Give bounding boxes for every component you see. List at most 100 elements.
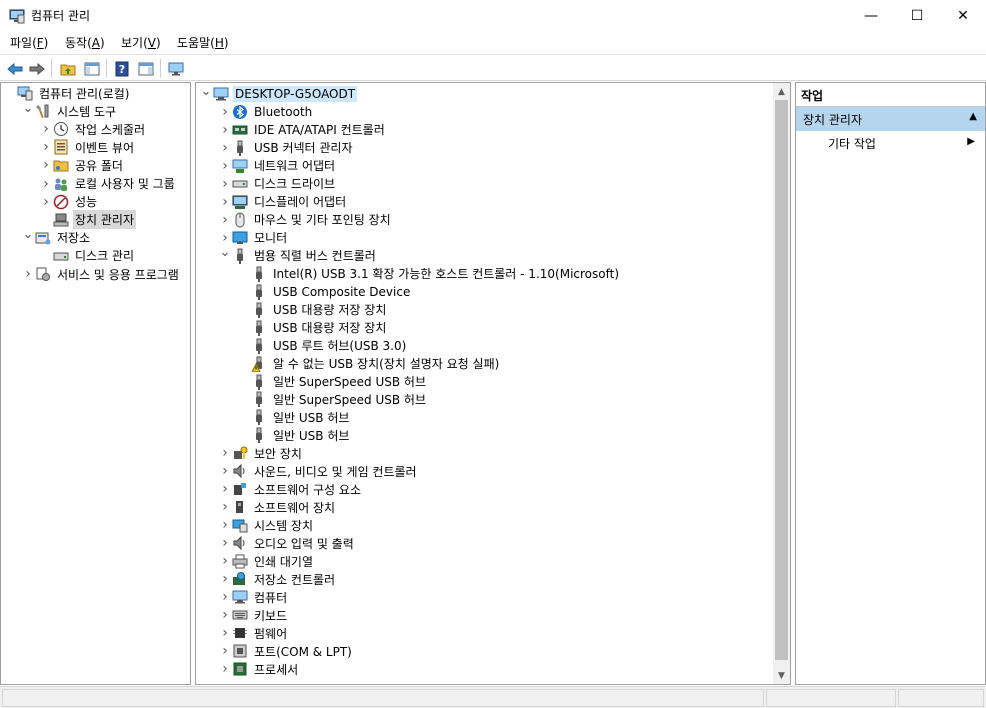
device-category-3[interactable]: › 네트워크 어댑터 bbox=[218, 157, 337, 175]
device-category-16[interactable]: › 저장소 컨트롤러 bbox=[218, 570, 337, 588]
window-title: 컴퓨터 관리 bbox=[31, 9, 91, 23]
scroll-down-icon[interactable]: ▼ bbox=[773, 667, 790, 684]
services-icon bbox=[35, 266, 51, 282]
up-folder-icon[interactable] bbox=[58, 59, 77, 78]
device-category-10[interactable]: › 사운드, 비디오 및 게임 컨트롤러 bbox=[218, 462, 419, 480]
device-category-13[interactable]: › 시스템 장치 bbox=[218, 516, 315, 534]
device-category-6[interactable]: › 마우스 및 기타 포인팅 장치 bbox=[218, 211, 393, 229]
device-category-8[interactable]: ⌄ 범용 직렬 버스 컨트롤러 bbox=[218, 244, 378, 265]
collapse-chevron-icon[interactable]: › bbox=[218, 480, 232, 498]
console-tree-item-4-label: 공유 폴더 bbox=[75, 158, 123, 173]
device-category-5[interactable]: › 디스플레이 어댑터 bbox=[218, 193, 348, 211]
console-tree-item-10[interactable]: › 서비스 및 응용 프로그램 bbox=[21, 265, 181, 283]
device-category-20[interactable]: › 포트(COM & LPT) bbox=[218, 642, 354, 660]
collapse-chevron-icon[interactable]: › bbox=[218, 157, 232, 175]
console-tree-item-5[interactable]: › 로컬 사용자 및 그룹 bbox=[39, 175, 177, 193]
console-tree-item-4[interactable]: › 공유 폴더 bbox=[39, 156, 125, 174]
action-pane-icon[interactable] bbox=[136, 59, 155, 78]
device-category-17[interactable]: › 컴퓨터 bbox=[218, 588, 289, 606]
collapse-chevron-icon[interactable]: › bbox=[218, 588, 232, 606]
collapse-chevron-icon[interactable]: › bbox=[218, 516, 232, 534]
device-category-19[interactable]: › 펌웨어 bbox=[218, 624, 289, 642]
menu-action[interactable]: 동작(A) bbox=[65, 34, 105, 51]
device-item-8-1[interactable]: USB Composite Device bbox=[237, 283, 412, 301]
expand-chevron-icon[interactable]: ⌄ bbox=[21, 99, 35, 117]
device-item-8-4[interactable]: USB 루트 허브(USB 3.0) bbox=[237, 337, 408, 355]
collapse-chevron-icon[interactable]: › bbox=[218, 193, 232, 211]
show-hide-tree-icon[interactable] bbox=[82, 59, 101, 78]
console-tree-item-1[interactable]: ⌄ 시스템 도구 bbox=[21, 99, 118, 120]
console-tree-item-2[interactable]: › 작업 스케줄러 bbox=[39, 120, 147, 138]
collapse-chevron-icon[interactable]: › bbox=[39, 120, 53, 138]
collapse-chevron-icon[interactable]: › bbox=[218, 103, 232, 121]
collapse-chevron-icon[interactable]: › bbox=[218, 462, 232, 480]
device-category-0[interactable]: › Bluetooth bbox=[218, 103, 314, 121]
collapse-chevron-icon[interactable]: › bbox=[39, 193, 53, 211]
device-item-8-8[interactable]: 일반 USB 허브 bbox=[237, 408, 351, 426]
device-category-9[interactable]: › 보안 장치 bbox=[218, 444, 304, 462]
minimize-button[interactable]: — bbox=[848, 0, 894, 31]
collapse-chevron-icon[interactable]: › bbox=[218, 552, 232, 570]
device-category-1[interactable]: › IDE ATA/ATAPI 컨트롤러 bbox=[218, 121, 387, 139]
scroll-up-icon[interactable]: ▲ bbox=[773, 83, 790, 100]
actions-section-device-manager[interactable]: 장치 관리자 ▲ bbox=[796, 107, 985, 131]
console-tree-item-9[interactable]: 디스크 관리 bbox=[39, 247, 136, 265]
collapse-chevron-icon[interactable]: › bbox=[218, 606, 232, 624]
device-item-8-7[interactable]: 일반 SuperSpeed USB 허브 bbox=[237, 390, 428, 408]
collapse-chevron-icon[interactable]: › bbox=[218, 624, 232, 642]
collapse-chevron-icon[interactable]: › bbox=[21, 265, 35, 283]
device-category-14[interactable]: › 오디오 입력 및 출력 bbox=[218, 534, 356, 552]
device-category-21[interactable]: › 프로세서 bbox=[218, 660, 300, 678]
expand-chevron-icon[interactable]: ⌄ bbox=[218, 244, 232, 262]
console-tree-item-7[interactable]: 장치 관리자 bbox=[39, 210, 137, 230]
no-chevron-spacer bbox=[237, 283, 251, 301]
performance-icon bbox=[53, 194, 69, 210]
device-category-15[interactable]: › 인쇄 대기열 bbox=[218, 552, 315, 570]
menu-file[interactable]: 파일(F) bbox=[10, 34, 48, 51]
collapse-triangle-icon[interactable]: ▲ bbox=[969, 111, 977, 122]
collapse-chevron-icon[interactable]: › bbox=[218, 498, 232, 516]
collapse-chevron-icon[interactable]: › bbox=[218, 660, 232, 678]
scrollbar-thumb[interactable] bbox=[775, 100, 788, 660]
device-tree-root[interactable]: ⌄ DESKTOP-G5OAODT bbox=[199, 83, 358, 103]
back-arrow-icon[interactable] bbox=[5, 59, 24, 78]
collapse-chevron-icon[interactable]: › bbox=[218, 175, 232, 193]
monitor-scan-icon[interactable] bbox=[166, 59, 185, 78]
device-item-8-9[interactable]: 일반 USB 허브 bbox=[237, 426, 351, 444]
collapse-chevron-icon[interactable]: › bbox=[218, 570, 232, 588]
collapse-chevron-icon[interactable]: › bbox=[218, 139, 232, 157]
device-category-11[interactable]: › 소프트웨어 구성 요소 bbox=[218, 480, 363, 498]
menu-help[interactable]: 도움말(H) bbox=[177, 34, 229, 51]
device-item-8-3[interactable]: USB 대용량 저장 장치 bbox=[237, 319, 388, 337]
device-item-8-0[interactable]: Intel(R) USB 3.1 확장 가능한 호스트 컨트롤러 - 1.10(… bbox=[237, 265, 621, 283]
device-category-4[interactable]: › 디스크 드라이브 bbox=[218, 175, 337, 193]
console-tree-item-3[interactable]: › 이벤트 뷰어 bbox=[39, 138, 136, 156]
collapse-chevron-icon[interactable]: › bbox=[218, 642, 232, 660]
collapse-chevron-icon[interactable]: › bbox=[218, 444, 232, 462]
device-item-8-5[interactable]: 알 수 없는 USB 장치(장치 설명자 요청 실패) bbox=[237, 355, 501, 373]
expand-chevron-icon[interactable]: ⌄ bbox=[21, 226, 35, 244]
console-tree-item-6[interactable]: › 성능 bbox=[39, 193, 99, 211]
device-category-18[interactable]: › 키보드 bbox=[218, 606, 289, 624]
collapse-chevron-icon[interactable]: › bbox=[39, 138, 53, 156]
console-tree-item-8[interactable]: ⌄ 저장소 bbox=[21, 226, 92, 247]
device-category-9-label: 보안 장치 bbox=[254, 446, 302, 461]
forward-arrow-icon[interactable] bbox=[27, 59, 46, 78]
device-item-8-2[interactable]: USB 대용량 저장 장치 bbox=[237, 301, 388, 319]
action-more-actions[interactable]: 기타 작업 ▶ bbox=[796, 133, 985, 153]
maximize-button[interactable]: ☐ bbox=[894, 0, 940, 31]
expand-chevron-icon[interactable]: ⌄ bbox=[199, 83, 213, 100]
collapse-chevron-icon[interactable]: › bbox=[218, 211, 232, 229]
menu-view[interactable]: 보기(V) bbox=[121, 34, 161, 51]
collapse-chevron-icon[interactable]: › bbox=[218, 534, 232, 552]
device-category-12[interactable]: › 소프트웨어 장치 bbox=[218, 498, 337, 516]
collapse-chevron-icon[interactable]: › bbox=[218, 121, 232, 139]
device-item-8-6[interactable]: 일반 SuperSpeed USB 허브 bbox=[237, 373, 428, 391]
collapse-chevron-icon[interactable]: › bbox=[39, 175, 53, 193]
vertical-scrollbar[interactable]: ▲ ▼ bbox=[773, 83, 790, 684]
collapse-chevron-icon[interactable]: › bbox=[39, 156, 53, 174]
device-category-4-label: 디스크 드라이브 bbox=[254, 177, 336, 192]
device-category-2[interactable]: › USB 커넥터 관리자 bbox=[218, 139, 355, 157]
help-icon[interactable]: ? bbox=[112, 59, 131, 78]
close-button[interactable]: ✕ bbox=[940, 0, 986, 31]
